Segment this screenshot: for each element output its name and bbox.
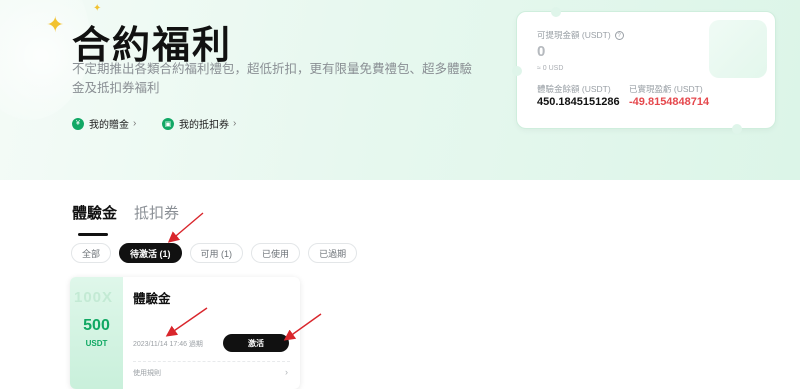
coupon-amount: 500	[83, 317, 110, 334]
sparkle-icon: ✦	[46, 12, 65, 37]
hero-banner: ✦ ✦ 合約福利 不定期推出各類合約福利禮包，超低折扣，更有限量免費禮包、超多體…	[0, 0, 800, 180]
account-summary-card: 可提現金額 (USDT)? 0 ≈ 0 USD 體驗金餘額 (USDT) 450…	[512, 7, 776, 134]
help-icon[interactable]: ?	[614, 31, 624, 41]
filter-available[interactable]: 可用 (1)	[189, 243, 244, 263]
card-notch	[512, 66, 522, 76]
coupon-amount-panel: 100X 500 USDT	[70, 277, 123, 389]
trial-balance-value: 450.1845151286	[537, 96, 620, 108]
sparkle-small-icon: ✦	[93, 3, 102, 14]
trial-balance-label: 體驗金餘額 (USDT)	[537, 84, 611, 94]
withdrawable-usd: ≈ 0 USD	[537, 65, 564, 72]
coupon-title: 體驗金	[133, 292, 171, 306]
my-voucher-label: 我的抵扣券	[179, 120, 229, 131]
withdrawable-value: 0	[537, 43, 546, 60]
voucher-icon: ▣	[162, 117, 174, 130]
tab-trial-funds[interactable]: 體驗金	[72, 202, 117, 236]
benefit-tabs: 體驗金 抵扣券	[72, 202, 179, 236]
activate-button[interactable]: 激活	[223, 334, 289, 352]
filter-used[interactable]: 已使用	[251, 243, 301, 263]
gift-money-icon: ¥	[72, 117, 84, 130]
gift-box-illustration	[709, 20, 767, 78]
my-bonus-label: 我的贈金	[89, 120, 129, 131]
tab-vouchers[interactable]: 抵扣券	[134, 202, 179, 233]
withdrawable-label: 可提現金額 (USDT)?	[537, 29, 624, 41]
realized-pnl-label: 已實現盈虧 (USDT)	[629, 84, 703, 94]
my-bonus-link[interactable]: ¥ 我的贈金 ›	[72, 116, 136, 131]
card-notch	[551, 7, 561, 17]
coupon-expiry: 2023/11/14 17:46 過期	[133, 341, 203, 348]
coupon-unit: USDT	[85, 339, 108, 348]
page-description: 不定期推出各類合約福利禮包，超低折扣，更有限量免費禮包、超多體驗金及抵扣券福利	[72, 62, 473, 95]
divider	[133, 361, 290, 362]
filter-expired[interactable]: 已過期	[308, 243, 358, 263]
card-notch	[732, 124, 742, 134]
realized-pnl-value: -49.8154848714	[629, 96, 710, 108]
coupon-watermark: 100X	[74, 289, 114, 306]
status-filters: 全部 待激活 (1) 可用 (1) 已使用 已過期	[71, 243, 358, 263]
filter-all[interactable]: 全部	[71, 243, 112, 263]
chevron-right-icon: ›	[133, 118, 137, 129]
usage-rules-link[interactable]: 使用規則	[133, 368, 161, 378]
chevron-right-icon: ›	[233, 118, 237, 129]
my-voucher-link[interactable]: ▣ 我的抵扣券 ›	[162, 116, 236, 131]
trial-fund-coupon: 100X 500 USDT 體驗金 2023/11/14 17:46 過期 激活…	[70, 277, 300, 389]
chevron-right-icon[interactable]: ›	[285, 367, 288, 377]
filter-pending-activation[interactable]: 待激活 (1)	[119, 243, 182, 263]
